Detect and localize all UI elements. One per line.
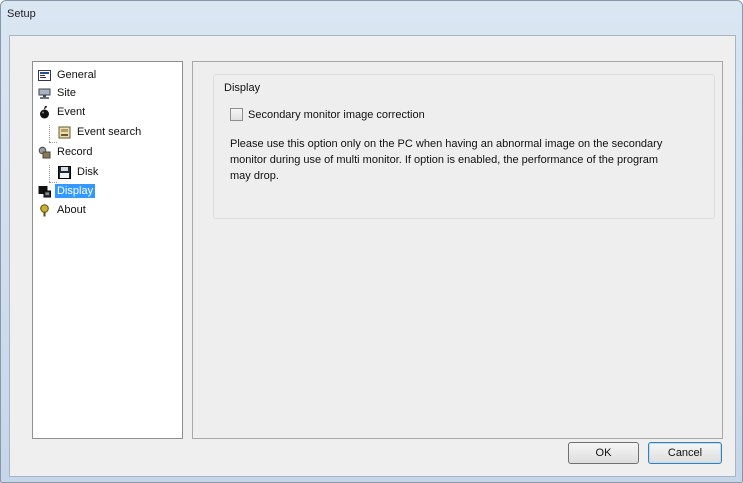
tree-item-disk[interactable]: Disk <box>58 163 100 181</box>
dialog-body: General Site Event Event search Record D… <box>9 35 736 477</box>
ok-button[interactable]: OK <box>568 442 639 464</box>
site-icon <box>38 87 51 100</box>
title-bar[interactable]: Setup <box>1 1 742 35</box>
option-description: Please use this option only on the PC wh… <box>230 138 663 182</box>
tree-item-display[interactable]: Display <box>38 182 96 200</box>
event-search-icon <box>58 126 71 139</box>
tree-item-about[interactable]: About <box>38 201 88 219</box>
settings-panel: Display Secondary monitor image correcti… <box>192 61 723 439</box>
tree-connector <box>49 125 50 142</box>
group-title: Display <box>224 82 261 94</box>
display-icon <box>38 185 51 198</box>
cancel-button[interactable]: Cancel <box>648 442 722 464</box>
secondary-monitor-correction-checkbox[interactable] <box>230 108 243 121</box>
record-icon <box>38 146 51 159</box>
tree-connector <box>49 165 50 182</box>
settings-tree: General Site Event Event search Record D… <box>32 61 183 439</box>
event-icon <box>38 105 51 119</box>
display-group: Display Secondary monitor image correcti… <box>213 74 715 219</box>
tree-item-general[interactable]: General <box>38 66 98 84</box>
window-title: Setup <box>7 8 36 20</box>
about-icon <box>38 203 51 217</box>
tree-item-event-search[interactable]: Event search <box>58 123 143 141</box>
checkbox-label: Secondary monitor image correction <box>248 108 425 121</box>
tree-item-event[interactable]: Event <box>38 103 87 121</box>
tree-item-record[interactable]: Record <box>38 143 94 161</box>
setup-window: Setup General Site Event Event search Re… <box>0 0 743 483</box>
tree-item-site[interactable]: Site <box>38 84 78 102</box>
secondary-monitor-correction-option[interactable]: Secondary monitor image correction <box>230 108 425 121</box>
general-icon <box>38 69 51 82</box>
disk-icon <box>58 165 71 179</box>
